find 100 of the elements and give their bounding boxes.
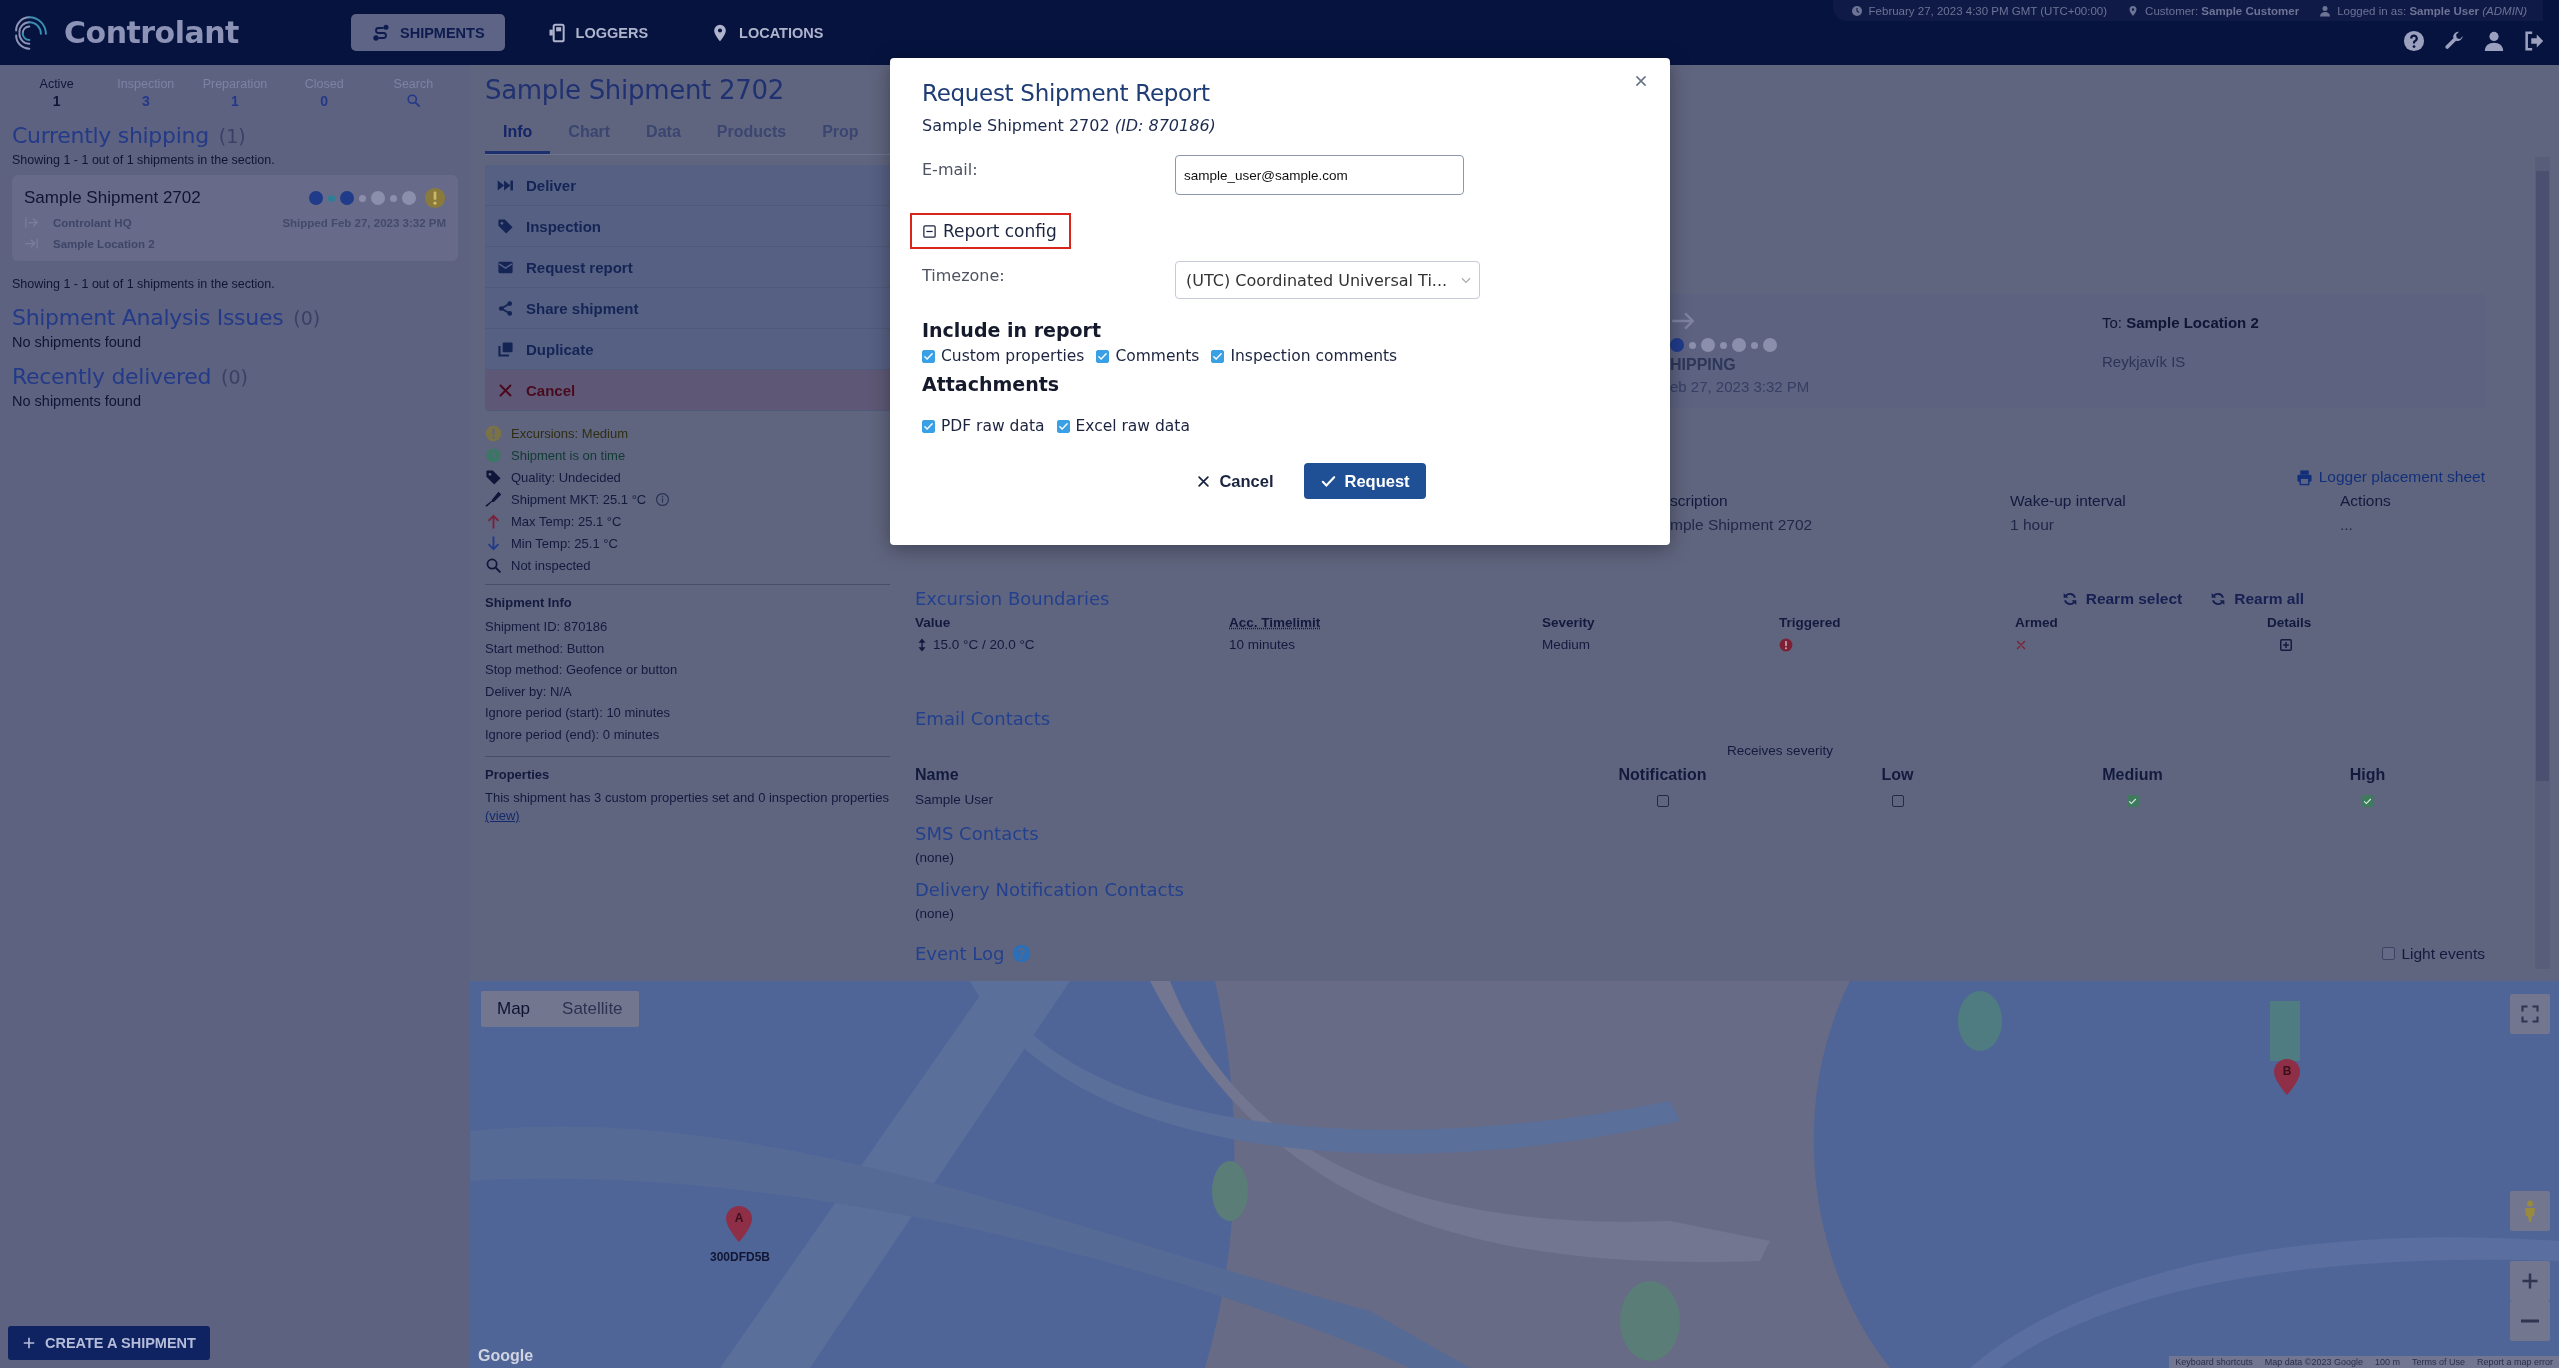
zoom-out-button[interactable] (2510, 1301, 2550, 1341)
column-header: Details (2267, 615, 2313, 630)
info-line: Deliver by: N/A (485, 682, 573, 701)
expand-icon[interactable] (2279, 637, 2293, 652)
map-attribution[interactable]: Map data ©2023 Google (2264, 1357, 2363, 1367)
column-header: Acc. Timelimit (1229, 615, 1322, 630)
plus-icon (22, 1336, 36, 1350)
user-icon[interactable] (2483, 29, 2505, 52)
destination: To: Sample Location 2 (2102, 314, 2260, 331)
section-summary: Showing 1 - 1 out of 1 shipments in the section. (12, 277, 276, 291)
nav-tab[interactable]: LOGGERS (526, 14, 669, 51)
checkbox[interactable] (1656, 795, 1669, 807)
marker-label: 300DFD5B (710, 1250, 771, 1264)
login-info: Logged in as: Sample User (ADMIN) (2337, 4, 2527, 17)
section-title: Recently delivered (12, 364, 212, 389)
clock-icon (485, 447, 502, 464)
view-link[interactable]: (view) (485, 807, 520, 823)
map-attribution[interactable]: 100 m (2374, 1357, 2400, 1367)
cancel-button[interactable]: Cancel (1180, 463, 1290, 499)
checkbox[interactable]: Custom properties (922, 347, 1085, 365)
help-icon[interactable] (2403, 29, 2425, 52)
column-header: High (2349, 766, 2386, 784)
checkbox[interactable]: PDF raw data (922, 417, 1045, 435)
checkbox[interactable]: Excel raw data (1056, 417, 1190, 435)
action-button[interactable]: Request report (485, 247, 890, 288)
section-heading: Include in report (922, 319, 1102, 341)
check-icon (1057, 420, 1069, 432)
checkbox[interactable] (1891, 795, 1904, 807)
field-label: E-mail: (922, 159, 979, 179)
info-line: Shipment ID: 870186 (485, 618, 609, 636)
checkbox[interactable] (2361, 795, 2374, 807)
map-attribution[interactable]: Terms of Use (2411, 1357, 2465, 1367)
section-title: Shipment Analysis Issues (12, 305, 284, 330)
shipment-title: Sample Shipment 2702 (485, 75, 785, 105)
column-header: Armed (2015, 615, 2059, 630)
empty-message: No shipments found (12, 393, 142, 409)
tab[interactable]: Info (485, 115, 551, 154)
logger-placement-link[interactable]: Logger placement sheet (2295, 468, 2485, 486)
empty-message: (none) (915, 906, 956, 921)
group-label: Receives severity (1727, 743, 1833, 758)
search-icon (485, 557, 502, 574)
rearm-button[interactable]: Rearm select (2061, 589, 2183, 608)
action-button[interactable]: Cancel (485, 370, 890, 411)
section-title: Shipment Info (485, 595, 573, 610)
section-title: Properties (485, 766, 551, 782)
logo-icon (12, 13, 50, 52)
table-cell-text: 10 minutes (1229, 637, 1297, 652)
fullscreen-icon (2520, 1004, 2540, 1024)
check-icon (1097, 350, 1109, 362)
checkbox[interactable]: Inspection comments (1211, 347, 1398, 365)
logout-icon[interactable] (2523, 29, 2545, 52)
map-type-tab[interactable]: Map (481, 991, 547, 1027)
map-attribution[interactable]: Keyboard shortcuts (2175, 1357, 2253, 1367)
create-shipment-button[interactable]: CREATE A SHIPMENT (8, 1326, 210, 1360)
rearm-button[interactable]: Rearm all (2210, 589, 2304, 608)
action-button[interactable]: Share shipment (485, 288, 890, 329)
settings-icon[interactable] (2443, 29, 2465, 52)
search-icon (405, 93, 421, 108)
email-field[interactable]: sample_user@sample.com (1175, 155, 1464, 195)
section-heading: Attachments (922, 373, 1061, 395)
plus-icon (2520, 1271, 2540, 1291)
collapse-icon (922, 223, 937, 239)
table-cell-text: Sample User (915, 792, 995, 807)
route-icon (371, 22, 391, 43)
checkbox[interactable]: Comments (1096, 347, 1200, 365)
check-icon (923, 350, 934, 362)
fullscreen-button[interactable] (2510, 994, 2550, 1034)
report-config-toggle[interactable]: Report config (910, 213, 1071, 249)
customer-label: Customer: Sample Customer (2145, 4, 2300, 17)
column-header: Value (915, 615, 952, 630)
tag-icon (485, 469, 502, 486)
light-events-toggle[interactable]: Light events (2382, 944, 2485, 963)
check-icon (1212, 350, 1224, 362)
action-button[interactable]: Inspection (485, 206, 890, 247)
column-header: Actions (2340, 492, 2392, 510)
check-icon (2128, 796, 2137, 806)
section-title: Excursion Boundaries (915, 588, 1110, 609)
nav-tab[interactable]: LOCATIONS (690, 14, 844, 51)
request-button[interactable]: Request (1303, 463, 1426, 499)
action-button[interactable]: Deliver (485, 165, 890, 206)
status-text: Shipment is on time (511, 448, 626, 463)
warning-icon (485, 425, 502, 442)
table-cell-text: ... (2340, 516, 2354, 534)
timezone-select[interactable]: (UTC) Coordinated Universal Ti... (1175, 261, 1480, 299)
status-text: Quality: Undecided (511, 470, 621, 485)
properties-text: This shipment has 3 custom properties set and 0 inspection properties (485, 788, 890, 807)
status-text: Not inspected (511, 558, 591, 573)
section-title: Delivery Notification Contacts (915, 879, 1185, 900)
checkbox[interactable] (2126, 795, 2139, 807)
action-button[interactable]: Duplicate (485, 329, 890, 370)
empty-message: No shipments found (12, 334, 142, 350)
column-header: Triggered (1779, 615, 1842, 630)
zoom-in-button[interactable] (2510, 1261, 2550, 1301)
share-icon (497, 299, 514, 317)
info-line: Stop method: Geofence or button (485, 661, 679, 680)
nav-tab[interactable]: SHIPMENTS (351, 14, 505, 51)
app-logo: Controlant (64, 15, 239, 50)
filter-tab[interactable]: Active 1 (12, 77, 102, 109)
map-type-tab[interactable]: Satellite (546, 991, 639, 1027)
map-attribution[interactable]: Report a map error (2476, 1357, 2553, 1367)
